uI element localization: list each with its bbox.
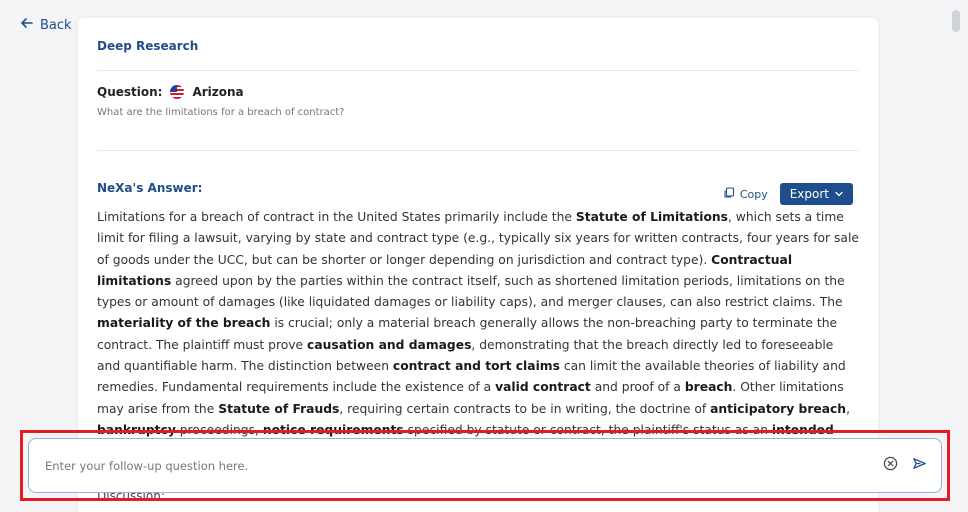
send-button[interactable] bbox=[912, 456, 927, 475]
scrollbar-thumb[interactable] bbox=[952, 10, 960, 32]
answer-segment: and proof of a bbox=[590, 380, 685, 395]
clear-icon bbox=[883, 456, 898, 475]
answer-bold-term: Statute of Frauds bbox=[218, 401, 340, 416]
answer-bold-term: valid contract bbox=[495, 380, 591, 395]
copy-label: Copy bbox=[739, 187, 768, 201]
answer-bold-term: materiality of the breach bbox=[97, 316, 271, 331]
followup-input[interactable] bbox=[45, 458, 883, 473]
answer-bold-term: Statute of Limitations bbox=[575, 210, 728, 224]
jurisdiction-label: Arizona bbox=[192, 85, 244, 99]
back-label: Back bbox=[40, 17, 72, 33]
copy-button[interactable]: Copy bbox=[723, 186, 768, 202]
answer-segment: Limitations for a breach of contract in … bbox=[97, 210, 576, 224]
export-label: Export bbox=[789, 187, 829, 201]
answer-bold-term: contract and tort claims bbox=[392, 359, 560, 374]
answer-segment: , requiring certain contracts to be in w… bbox=[339, 401, 711, 416]
answer-label: NeXa's Answer: bbox=[97, 181, 203, 195]
answer-segment: , bbox=[846, 401, 850, 416]
answer-bold-term: causation and damages bbox=[307, 337, 472, 352]
question-label: Question: bbox=[97, 85, 163, 99]
answer-segment: agreed upon by the parties within the co… bbox=[97, 273, 845, 310]
card-title: Deep Research bbox=[97, 18, 859, 71]
question-section: Question: Arizona What are the limitatio… bbox=[97, 71, 859, 151]
followup-highlight bbox=[20, 430, 950, 501]
send-icon bbox=[912, 456, 927, 475]
chevron-down-icon bbox=[835, 187, 843, 201]
back-link[interactable]: Back bbox=[20, 16, 72, 34]
answer-bold-term: anticipatory breach bbox=[710, 401, 847, 416]
followup-box bbox=[28, 438, 942, 493]
us-flag-icon bbox=[170, 85, 185, 99]
answer-bold-term: breach bbox=[684, 380, 733, 395]
clear-button[interactable] bbox=[883, 456, 898, 475]
arrow-left-icon bbox=[20, 16, 34, 34]
question-text: What are the limitations for a breach of… bbox=[97, 107, 345, 118]
export-button[interactable]: Export bbox=[779, 183, 853, 205]
answer-text: Limitations for a breach of contract in … bbox=[97, 207, 859, 463]
copy-icon bbox=[723, 186, 735, 202]
